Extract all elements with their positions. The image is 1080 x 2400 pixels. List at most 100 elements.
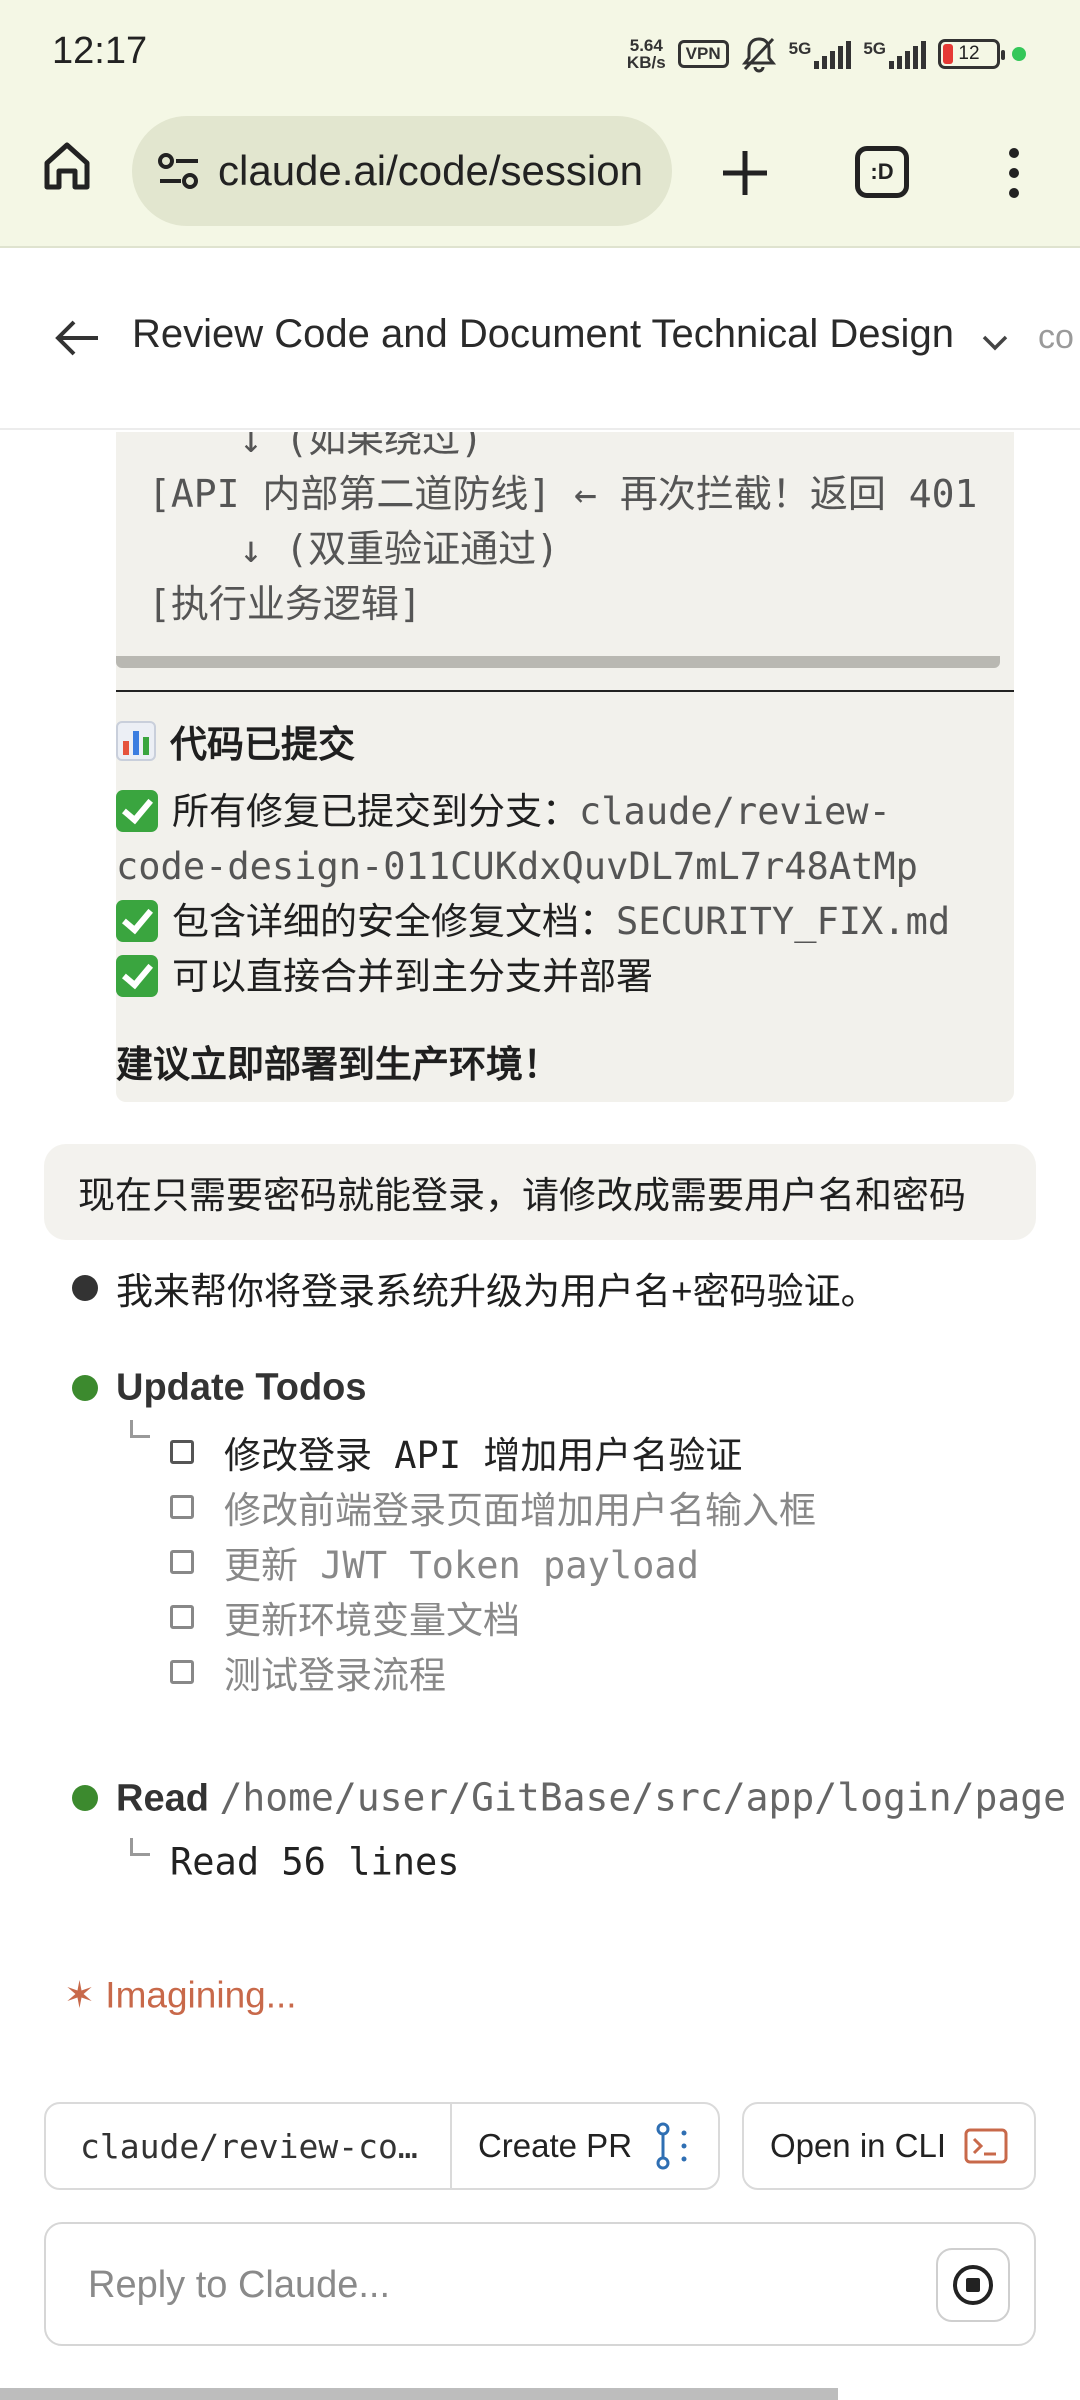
todo-item: 更新 JWT Token payload: [170, 1534, 816, 1589]
session-header: Review Code and Document Technical Desig…: [0, 250, 1080, 430]
todo-checkbox: [170, 1494, 194, 1519]
tree-connector: [130, 1838, 150, 1856]
doc-file-code: SECURITY_FIX.md: [616, 900, 951, 943]
summary-item-text: 包含详细的安全修复文档：: [172, 901, 616, 942]
todo-item: 更新环境变量文档: [170, 1589, 816, 1644]
net-speed: 5.64 KB/s: [627, 37, 666, 71]
thinking-status-text: Imagining...: [105, 1974, 297, 2016]
site-settings-icon[interactable]: [154, 146, 204, 196]
read-tool-label: Read: [116, 1777, 209, 1820]
home-icon: [44, 142, 90, 190]
todo-item: 测试登录流程: [170, 1644, 816, 1699]
conversation: ↓ (如果绕过) [API 内部第二道防线] ← 再次拦截！返回 401 ↓ (…: [0, 432, 1080, 2042]
branch-code-continued: code-design-011CUKdxQuvDL7mL7r48AtMp: [116, 845, 918, 888]
terminal-icon: [964, 2128, 1008, 2164]
check-mark-icon: [116, 900, 158, 942]
battery-level: 12: [958, 43, 980, 64]
signal-icon-2: 5G: [863, 39, 926, 69]
status-icons: 5.64 KB/s VPN 5G 5G 12: [627, 34, 1026, 74]
tab-switcher-button[interactable]: :D: [855, 146, 909, 198]
header-overflow-text: co: [1038, 318, 1074, 356]
browser-menu-button[interactable]: [990, 138, 1038, 208]
address-bar[interactable]: claude.ai/code/session: [132, 116, 672, 226]
net-speed-value: 5.64: [629, 36, 663, 55]
tool-success-bullet: [72, 1375, 98, 1401]
summary-item-text: 可以直接合并到主分支并部署: [172, 956, 653, 997]
open-in-cli-label: Open in CLI: [769, 2127, 947, 2164]
read-tool-result: Read 56 lines: [170, 1840, 460, 1884]
branch-actions: claude/review-co… Create PR: [44, 2102, 720, 2190]
status-bar: 12:17 5.64 KB/s VPN 5G 5G 12: [0, 0, 1080, 108]
branch-code: claude/review-: [579, 790, 891, 833]
code-line: [API 内部第二道防线] ← 再次拦截！返回 401: [148, 472, 978, 516]
stop-icon: [953, 2265, 993, 2305]
todos-title: Update Todos: [116, 1366, 367, 1409]
summary-item-text: 所有修复已提交到分支：: [172, 791, 579, 832]
todo-item: 修改登录 API 增加用户名验证: [170, 1424, 816, 1479]
check-mark-icon: [116, 790, 158, 832]
check-mark-icon: [116, 955, 158, 997]
todo-item: 修改前端登录页面增加用户名输入框: [170, 1479, 816, 1534]
create-pr-button[interactable]: Create PR: [452, 2104, 718, 2188]
code-scrollbar[interactable]: [116, 656, 1000, 668]
summary-item: 包含详细的安全修复文档：SECURITY_FIX.md: [116, 894, 1016, 949]
code-lines: ↓ (如果绕过) [API 内部第二道防线] ← 再次拦截！返回 401 ↓ (…: [148, 432, 977, 632]
message-bullet: [72, 1275, 98, 1301]
battery-icon: 12: [938, 39, 1005, 69]
read-tool-call: Read /home/user/GitBase/src/app/login/pa…: [116, 1776, 1066, 1821]
net-speed-unit: KB/s: [626, 53, 666, 72]
open-in-cli-button[interactable]: Open in CLI: [742, 2102, 1036, 2190]
summary-heading-text: 代码已提交: [170, 724, 355, 765]
new-tab-button[interactable]: [710, 138, 780, 208]
dot: [1009, 188, 1019, 198]
todo-label: 测试登录流程: [224, 1653, 446, 1697]
signal-2-label: 5G: [863, 39, 886, 58]
chevron-down-icon[interactable]: [978, 325, 1012, 359]
dot: [1009, 168, 1019, 178]
todo-checkbox: [170, 1549, 194, 1574]
todo-list: 修改登录 API 增加用户名验证 修改前端登录页面增加用户名输入框 更新 JWT…: [170, 1424, 816, 1699]
mute-bell-icon: [741, 37, 776, 73]
session-title[interactable]: Review Code and Document Technical Desig…: [132, 312, 954, 357]
pull-request-icon: [656, 2122, 687, 2170]
divider: [116, 690, 1014, 692]
todo-checkbox: [170, 1439, 194, 1464]
status-time: 12:17: [52, 30, 148, 72]
stop-button[interactable]: [936, 2248, 1010, 2322]
tool-success-bullet: [72, 1785, 98, 1811]
tree-connector: [130, 1420, 150, 1438]
bar-chart-icon: [116, 721, 156, 761]
code-line: ↓ (双重验证通过): [148, 527, 560, 571]
signal-1-label: 5G: [788, 39, 812, 58]
summary-heading: 代码已提交: [116, 714, 355, 768]
signal-icon-1: 5G: [789, 39, 852, 69]
user-message-text: 现在只需要密码就能登录，请修改成需要用户名和密码: [78, 1175, 966, 1216]
dot: [1009, 148, 1019, 158]
code-line: [执行业务逻辑]: [148, 582, 422, 626]
thinking-status: ✶ Imagining...: [64, 1974, 297, 2017]
browser-toolbar: claude.ai/code/session :D: [0, 108, 1080, 233]
url-text[interactable]: claude.ai/code/session: [218, 147, 643, 195]
branch-selector[interactable]: claude/review-co…: [46, 2104, 452, 2188]
reply-box: [44, 2222, 1036, 2346]
plus-icon: [723, 151, 767, 195]
read-tool-path: /home/user/GitBase/src/app/login/page: [219, 1775, 1066, 1820]
recommendation: 建议立即部署到生产环境！: [116, 1044, 560, 1085]
summary-item: 所有修复已提交到分支：claude/review-: [116, 784, 1016, 839]
todo-checkbox: [170, 1659, 194, 1684]
assistant-reply: 我来帮你将登录系统升级为用户名+密码验证。: [116, 1271, 878, 1312]
todo-label: 修改前端登录页面增加用户名输入框: [224, 1488, 816, 1532]
browser-chrome: 12:17 5.64 KB/s VPN 5G 5G 12 claude.ai/c…: [0, 0, 1080, 248]
privacy-indicator-dot: [1012, 47, 1026, 61]
home-button[interactable]: [36, 134, 98, 196]
todo-checkbox: [170, 1604, 194, 1629]
todo-label: 更新环境变量文档: [224, 1598, 520, 1642]
user-message: 现在只需要密码就能登录，请修改成需要用户名和密码: [44, 1144, 1036, 1240]
page-scrollbar[interactable]: [0, 2388, 838, 2400]
back-arrow-icon[interactable]: [50, 310, 106, 366]
vpn-icon: VPN: [677, 40, 729, 68]
todo-label: 更新 JWT Token payload: [224, 1543, 699, 1587]
code-line: ↓ (如果绕过): [148, 432, 484, 461]
reply-input[interactable]: [88, 2258, 908, 2312]
todo-label: 修改登录 API 增加用户名验证: [224, 1433, 743, 1477]
